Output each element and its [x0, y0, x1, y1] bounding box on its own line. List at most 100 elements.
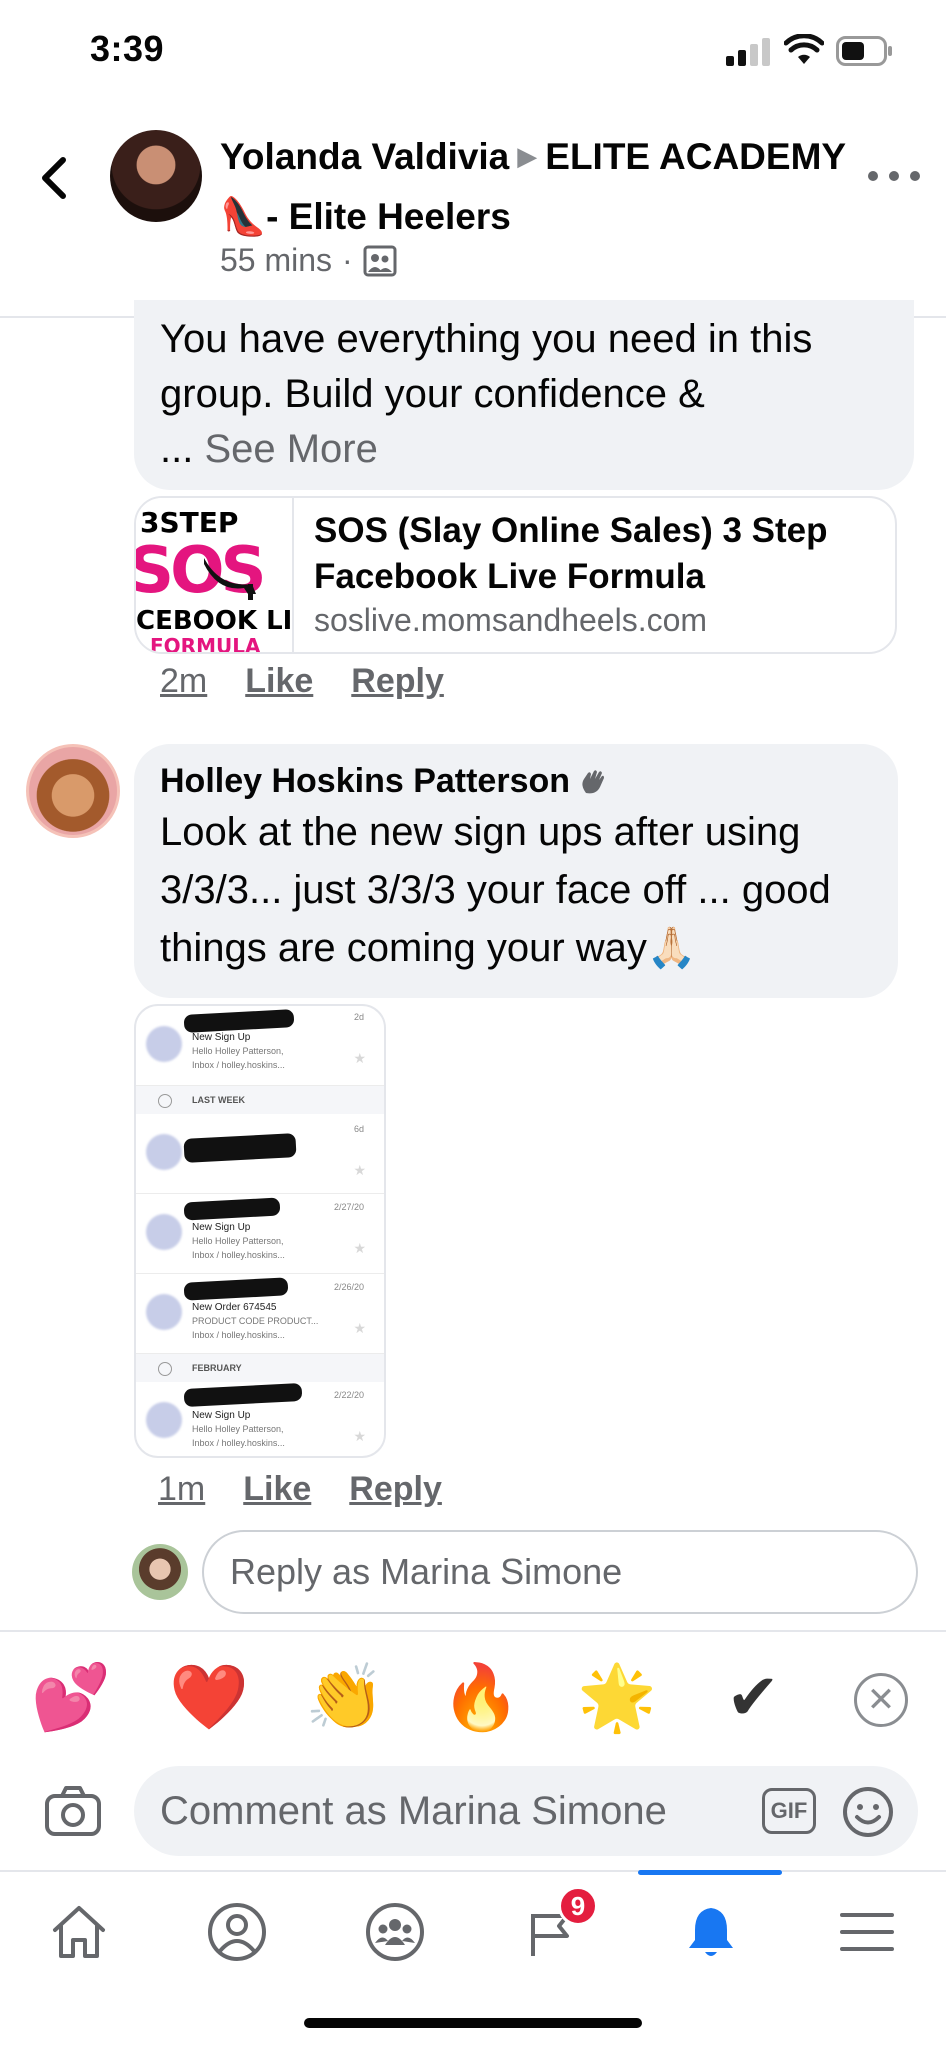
tab-profile[interactable]	[192, 1892, 282, 1972]
mail-avatar	[146, 1134, 182, 1170]
mail-date: 2d	[353, 1012, 364, 1022]
mail-section-header: FEBRUARY	[136, 1354, 384, 1382]
comment-actions: 2m Like Reply	[160, 662, 482, 701]
clapping-hands-emoji-button[interactable]: 👏	[300, 1652, 390, 1742]
link-title[interactable]: SOS (Slay Online Sales) 3 Step Facebook …	[314, 508, 884, 600]
mail-preview: Hello Holley Patterson,	[192, 1046, 284, 1056]
waving-hand-badge-icon	[582, 769, 605, 793]
reply-button[interactable]: Reply	[349, 1470, 442, 1509]
high-heel-icon	[204, 558, 256, 600]
redaction-mark	[183, 1197, 281, 1221]
mail-row: 2/27/20 New Sign Up Hello Holley Patters…	[136, 1194, 384, 1274]
more-dot-icon	[910, 171, 920, 181]
link-domain: soslive.momsandheels.com	[314, 602, 708, 638]
mail-avatar	[146, 1214, 182, 1250]
menu-icon	[840, 1913, 894, 1951]
bottom-tab-bar: 9	[0, 1870, 946, 2048]
gif-button[interactable]: GIF	[762, 1788, 816, 1834]
wifi-icon	[784, 34, 824, 64]
reply-button[interactable]: Reply	[351, 662, 444, 701]
comment-time[interactable]: 2m	[160, 662, 207, 701]
mail-folder: Inbox / holley.hoskins...	[192, 1330, 285, 1340]
mail-date: 2/26/20	[333, 1282, 364, 1292]
home-indicator	[304, 2018, 642, 2028]
comment-text: You have everything you need in this gro…	[160, 317, 813, 471]
redaction-mark	[183, 1133, 297, 1163]
comment-input[interactable]: Comment as Marina Simone GIF	[134, 1766, 918, 1856]
emoji-icon[interactable]	[842, 1786, 894, 1838]
star-icon: ★	[353, 1240, 366, 1256]
notification-badge: 9	[558, 1886, 598, 1926]
link-thumbnail: 3STEP SOS CEBOOK LI FORMULA	[136, 498, 294, 654]
star-emoji-button[interactable]: 🌟	[572, 1652, 662, 1742]
status-bar: 3:39	[0, 0, 946, 100]
tab-groups[interactable]	[350, 1892, 440, 1972]
mail-section-header: LAST WEEK	[136, 1086, 384, 1114]
chevron-left-icon	[42, 157, 66, 199]
comment-text: Look at the new sign ups after using 3/3…	[160, 810, 831, 970]
author-avatar[interactable]	[110, 130, 202, 222]
post-header: Yolanda Valdivia ▶ ELITE ACADEMY👠- Elite H…	[0, 100, 946, 318]
bell-icon	[689, 1908, 733, 1956]
commenter-name[interactable]: Holley Hoskins Patterson	[160, 762, 570, 801]
commenter-avatar[interactable]	[26, 744, 120, 838]
fire-emoji-button[interactable]: 🔥	[436, 1652, 526, 1742]
author-name[interactable]: Yolanda Valdivia	[220, 136, 509, 177]
mail-preview: Hello Holley Patterson,	[192, 1424, 284, 1434]
more-options-button[interactable]	[868, 160, 920, 192]
close-icon: ✕	[866, 1681, 896, 1719]
mail-preview: Hello Holley Patterson,	[192, 1236, 284, 1246]
mail-avatar	[146, 1402, 182, 1438]
arrow-right-icon: ▶	[517, 141, 538, 171]
link-preview-card[interactable]: 3STEP SOS CEBOOK LI FORMULA SOS (Slay On…	[134, 496, 897, 654]
tab-pages[interactable]: 9	[508, 1886, 598, 1972]
meta-separator: ·	[342, 242, 353, 278]
signal-icon	[726, 38, 772, 66]
like-button[interactable]: Like	[243, 1470, 311, 1509]
more-dot-icon	[889, 171, 899, 181]
home-icon	[53, 1906, 105, 1958]
post-title[interactable]: Yolanda Valdivia ▶ ELITE ACADEMY👠- Elite H…	[220, 126, 860, 247]
profile-icon	[208, 1903, 266, 1961]
mail-folder: Inbox / holley.hoskins...	[192, 1438, 285, 1448]
see-more-link[interactable]: See More	[204, 427, 377, 471]
mail-date: 6d	[353, 1124, 364, 1134]
redaction-mark	[183, 1009, 295, 1033]
camera-icon[interactable]	[44, 1782, 102, 1840]
mail-subject: New Sign Up	[192, 1032, 251, 1043]
red-heart-emoji-button[interactable]: ❤️	[164, 1652, 254, 1742]
comment-bubble: Holley Hoskins Patterson Look at the new…	[134, 744, 898, 998]
mail-avatar	[146, 1294, 182, 1330]
tab-menu[interactable]	[822, 1892, 912, 1972]
redaction-mark	[183, 1382, 303, 1408]
mail-row: 6d ★	[136, 1114, 384, 1194]
star-icon: ★	[353, 1162, 366, 1178]
tab-home[interactable]	[34, 1892, 124, 1972]
active-tab-indicator	[638, 1870, 782, 1875]
mail-subject: New Sign Up	[192, 1410, 251, 1421]
back-button[interactable]	[32, 148, 76, 208]
close-reactions-button[interactable]: ✕	[854, 1673, 908, 1727]
comment-time[interactable]: 1m	[158, 1470, 205, 1509]
thumb-formula-text: FORMULA	[150, 634, 261, 654]
mail-row: 2/26/20 New Order 674545 PRODUCT CODE PR…	[136, 1274, 384, 1354]
star-icon: ★	[353, 1320, 366, 1336]
check-mark-emoji-button[interactable]: ✔	[708, 1652, 798, 1742]
mail-date: 2/27/20	[333, 1202, 364, 1212]
more-dot-icon	[868, 171, 878, 181]
mail-avatar	[146, 1026, 182, 1062]
comment-bubble: You have everything you need in this gro…	[134, 300, 914, 490]
like-button[interactable]: Like	[245, 662, 313, 701]
battery-icon	[836, 36, 892, 66]
mail-folder: Inbox / holley.hoskins...	[192, 1250, 285, 1260]
post-meta: 55 mins ·	[220, 242, 397, 279]
mail-subject: New Sign Up	[192, 1222, 251, 1233]
status-time: 3:39	[90, 28, 165, 69]
comment-image-attachment[interactable]: 2d New Sign Up Hello Holley Patterson, I…	[134, 1004, 386, 1458]
tab-notifications[interactable]	[666, 1892, 756, 1972]
mail-subject: New Order 674545	[192, 1302, 277, 1313]
reply-input[interactable]: Reply as Marina Simone	[202, 1530, 918, 1614]
redaction-mark	[183, 1277, 289, 1301]
comment-placeholder: Comment as Marina Simone	[160, 1789, 667, 1833]
two-hearts-emoji-button[interactable]: 💕	[26, 1652, 116, 1742]
